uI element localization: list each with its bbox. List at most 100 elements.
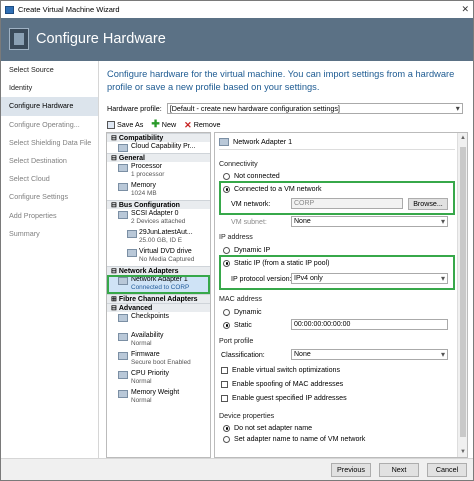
scroll-up-icon[interactable]: ▲ [460,135,466,141]
network-adapter-panel: Network Adapter 1 Connectivity Not conne… [214,132,468,458]
profile-label: Hardware profile: [107,103,162,113]
scroll-thumb[interactable] [460,147,466,437]
cloud-icon [118,144,128,152]
item-label: Cloud Capability Pr... [131,143,196,150]
tree-section-general[interactable]: ⊟ General [107,153,210,162]
tree-item-scsi[interactable]: SCSI Adapter 02 Devices attached [107,209,210,228]
page-title: Configure Hardware [36,31,166,47]
tree-item-memory[interactable]: Memory 1024 MB [107,181,210,200]
tree-item-cpu-priority[interactable]: CPU Priority Normal [107,369,210,388]
panel-title: Network Adapter 1 [233,137,293,146]
next-button[interactable]: Next [379,463,419,477]
remove-label: Remove [193,120,221,129]
disk-icon [127,230,137,238]
item-sub: Secure boot Enabled [131,359,191,366]
radio-on [223,321,230,329]
option-label: Connected to a VM network [234,185,322,193]
ip-protocol-select[interactable]: IPv4 only [291,273,448,284]
firmware-icon [118,352,128,360]
tree-section-advanced[interactable]: ⊟ Advanced [107,303,210,312]
tree-section-fibre[interactable]: ⊞ Fibre Channel Adapters [107,294,210,303]
radio-off [223,246,230,254]
tree-item-processor[interactable]: Processor 1 processor [107,162,210,181]
vm-subnet-select[interactable]: None [291,216,448,227]
window-title: Create Virtual Machine Wizard [18,5,120,14]
mac-address-field[interactable]: 00:00:00:00:00:00 [291,319,448,330]
enable-guest-ip-checkbox[interactable]: Enable guest specified IP addresses [221,394,347,402]
tree-section-bus[interactable]: ⊟ Bus Configuration [107,200,210,209]
step-configure-settings: Configure Settings [9,192,69,202]
network-adapter-icon [219,137,229,146]
radio-off [223,435,230,443]
tree-item-vhd[interactable]: 29JunLatestAut... 25.00 GB, ID E [107,228,210,247]
item-sub: 25.00 GB, ID E [139,237,182,244]
step-select-cloud: Select Cloud [9,174,50,184]
panel-scrollbar[interactable]: ▲ ▼ [457,133,467,457]
tree-item-memory-weight[interactable]: Memory Weight Normal [107,388,210,407]
step-configure-hardware[interactable]: Configure Hardware [1,97,98,116]
save-as-label: Save As [117,120,144,129]
item-sub: 1 processor [131,171,165,178]
not-connected-radio[interactable]: Not connected [223,172,280,180]
hardware-icon [9,28,29,50]
dvd-icon [127,249,137,257]
availability-icon [118,333,128,341]
new-label: New [161,120,177,129]
radio-on [223,185,230,193]
no-adapter-name-radio[interactable]: Do not set adapter name [223,424,312,432]
set-adapter-name-radio[interactable]: Set adapter name to name of VM network [223,435,365,443]
previous-button[interactable]: Previous [331,463,371,477]
banner: Configure Hardware [1,18,473,61]
step-select-shielding: Select Shielding Data File [9,137,92,147]
save-as-button[interactable]: Save As [107,120,143,129]
tree-item-firmware[interactable]: Firmware Secure boot Enabled [107,350,210,369]
enable-spoofing-checkbox[interactable]: Enable spoofing of MAC addresses [221,380,343,388]
tree-item-availability[interactable]: Availability Normal [107,331,210,350]
item-sub: 1024 MB [131,190,157,197]
close-icon[interactable]: ✕ [461,4,469,15]
hardware-profile-select[interactable]: [Default - create new hardware configura… [166,102,463,114]
footer: Previous Next Cancel [1,458,473,480]
item-label: Firmware [131,351,160,358]
connected-vm-network-radio[interactable]: Connected to a VM network [223,185,322,193]
x-icon: ✕ [184,119,192,130]
mac-dynamic-radio[interactable]: Dynamic [223,308,262,316]
static-ip-radio[interactable]: Static IP (from a static IP pool) [223,259,330,267]
connectivity-label: Connectivity [219,160,258,168]
step-add-properties: Add Properties [9,210,57,220]
step-select-source[interactable]: Select Source [1,61,98,79]
checkpoint-icon [118,314,128,322]
cancel-button[interactable]: Cancel [427,463,467,477]
memory-weight-icon [118,390,128,398]
tree-section-compatibility[interactable]: ⊟ Compatibility [107,133,210,142]
enable-vsi-checkbox[interactable]: Enable virtual switch optimizations [221,366,340,374]
tree-section-network[interactable]: ⊟ Network Adapters [107,266,210,275]
tree-item-network-adapter[interactable]: Network Adapter 1 Connected to CORP [107,275,210,294]
tree-item-checkpoints[interactable]: Checkpoints [107,312,210,331]
remove-button[interactable]: ✕ Remove [184,120,220,129]
step-identity[interactable]: Identity [1,79,98,97]
browse-button[interactable]: Browse... [408,198,448,210]
scroll-down-icon[interactable]: ▼ [460,449,466,455]
mac-address-label: MAC address [219,295,262,303]
title-bar: Create Virtual Machine Wizard ✕ [1,1,473,18]
intro-text: Configure hardware for the virtual machi… [107,69,455,92]
option-label: Static [234,321,252,329]
profile-toolbar: Save As ✚ New ✕ Remove [107,119,220,129]
save-icon [107,120,115,129]
option-label: Enable spoofing of MAC addresses [232,380,344,388]
tree-item-cloud-capability[interactable]: Cloud Capability Pr... [107,142,210,153]
new-button[interactable]: ✚ New [151,119,177,129]
section-label: Network Adapters [118,268,179,275]
item-label: Availability [131,332,164,339]
mac-static-radio[interactable]: Static [223,321,252,329]
item-sub: Normal [131,340,152,347]
radio-on [223,259,230,267]
item-label: CPU Priority [131,370,169,377]
vm-subnet-label: VM subnet: [231,218,267,226]
dynamic-ip-radio[interactable]: Dynamic IP [223,246,270,254]
radio-on [223,424,230,432]
classification-select[interactable]: None [291,349,448,360]
tree-item-dvd[interactable]: Virtual DVD drive No Media Captured [107,247,210,266]
step-configure-operating: Configure Operating... [9,119,80,129]
